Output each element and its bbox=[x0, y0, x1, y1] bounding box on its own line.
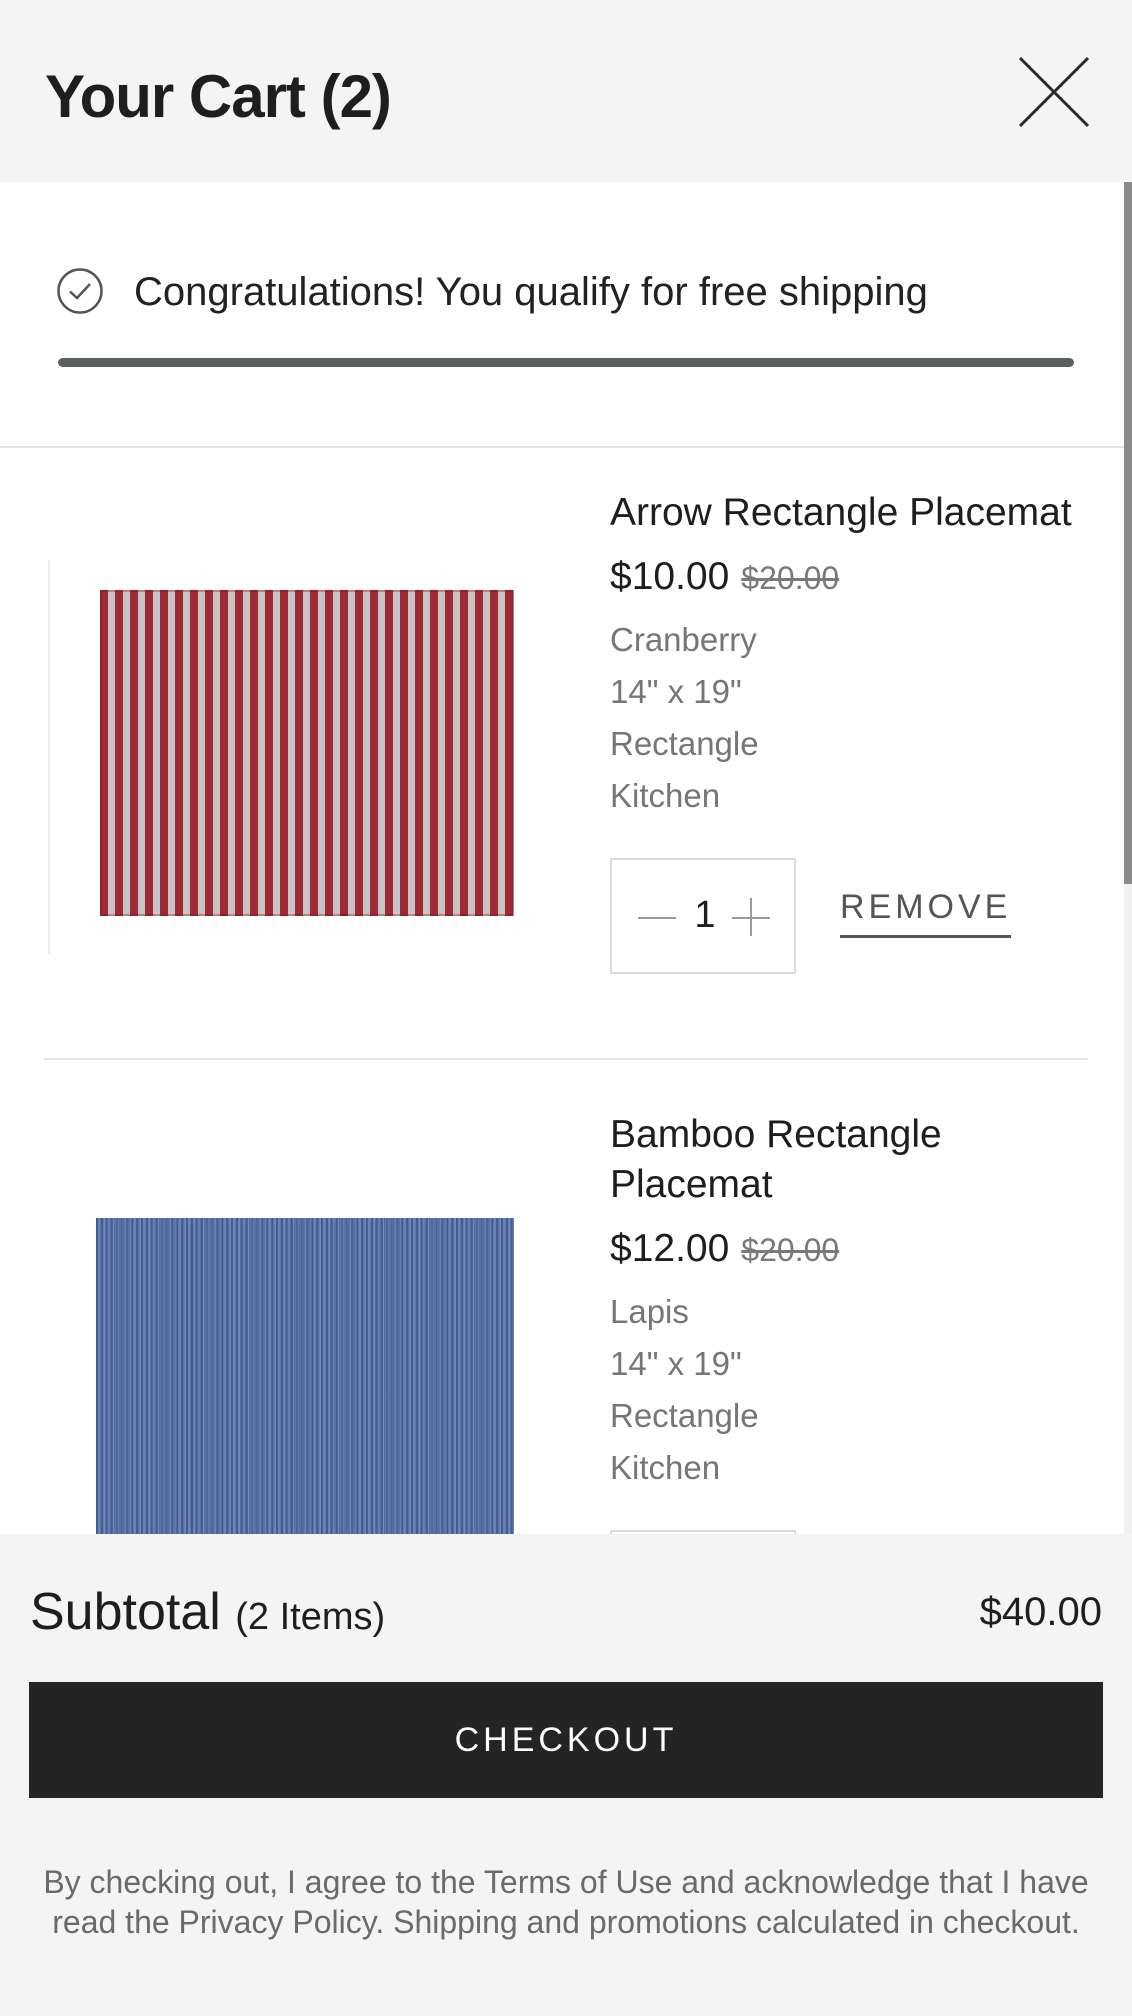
legal-prefix: By checking out, I agree to the bbox=[43, 1864, 484, 1900]
item-details: Bamboo Rectangle Placemat $12.00 $20.00 L… bbox=[610, 1110, 1090, 1534]
item-size: 14" x 19" bbox=[610, 1345, 742, 1382]
item-shape: Rectangle bbox=[610, 725, 759, 762]
item-name[interactable]: Arrow Rectangle Placemat bbox=[610, 488, 1090, 538]
item-details: Arrow Rectangle Placemat $10.00 $20.00 Cr… bbox=[610, 488, 1090, 974]
subtotal-text: Subtotal bbox=[30, 1583, 221, 1641]
increase-quantity-button[interactable] bbox=[732, 898, 772, 938]
legal-suffix: . Shipping and promotions calculated in … bbox=[375, 1904, 1080, 1940]
privacy-policy-link[interactable]: Privacy Policy bbox=[179, 1904, 376, 1940]
item-size: 14" x 19" bbox=[610, 673, 742, 710]
subtotal-amount: $40.00 bbox=[979, 1590, 1102, 1634]
item-color: Cranberry bbox=[610, 621, 757, 658]
scrollbar[interactable] bbox=[1124, 182, 1132, 1534]
price-row: $10.00 $20.00 bbox=[610, 552, 1090, 610]
product-image[interactable] bbox=[48, 1172, 526, 1534]
cranberry-placemat-image bbox=[100, 590, 514, 916]
cart-header: Your Cart (2) bbox=[0, 0, 1132, 182]
sale-price: $12.00 bbox=[610, 1227, 730, 1270]
item-attributes: Cranberry 14" x 19" Rectangle Kitchen bbox=[610, 614, 1090, 822]
close-button[interactable] bbox=[1012, 50, 1096, 134]
quantity-row: 1 REMOVE bbox=[610, 858, 1090, 974]
shipping-progress-fill bbox=[58, 358, 1074, 367]
scrollbar-thumb[interactable] bbox=[1124, 182, 1132, 884]
quantity-stepper: 1 bbox=[610, 858, 796, 974]
subtotal-label: Subtotal (2 Items) bbox=[30, 1582, 385, 1642]
terms-of-use-link[interactable]: Terms of Use bbox=[484, 1864, 672, 1900]
price-row: $12.00 $20.00 bbox=[610, 1224, 1090, 1282]
remove-item-button[interactable]: REMOVE bbox=[840, 888, 1012, 938]
product-image[interactable] bbox=[48, 560, 526, 954]
cart-footer: Subtotal (2 Items) $40.00 CHECKOUT By ch… bbox=[0, 1534, 1132, 2016]
cart-title: Your Cart (2) bbox=[45, 63, 392, 130]
item-room: Kitchen bbox=[610, 1449, 721, 1486]
item-attributes: Lapis 14" x 19" Rectangle Kitchen bbox=[610, 1286, 1090, 1494]
cart-item: Bamboo Rectangle Placemat $12.00 $20.00 L… bbox=[0, 1060, 1124, 1534]
checkout-button[interactable]: CHECKOUT bbox=[29, 1682, 1103, 1798]
decrease-quantity-button[interactable] bbox=[638, 902, 678, 934]
shipping-progress-bar bbox=[58, 358, 1074, 367]
item-room: Kitchen bbox=[610, 777, 721, 814]
original-price: $20.00 bbox=[741, 1232, 840, 1268]
close-icon bbox=[1018, 56, 1090, 128]
original-price: $20.00 bbox=[741, 560, 840, 596]
subtotal-item-count: (2 Items) bbox=[235, 1596, 386, 1638]
legal-notice: By checking out, I agree to the Terms of… bbox=[40, 1862, 1092, 1942]
sale-price: $10.00 bbox=[610, 555, 730, 598]
item-shape: Rectangle bbox=[610, 1397, 759, 1434]
free-shipping-banner: Congratulations! You qualify for free sh… bbox=[0, 182, 1124, 448]
item-name[interactable]: Bamboo Rectangle Placemat bbox=[610, 1110, 1090, 1210]
item-color: Lapis bbox=[610, 1293, 689, 1330]
quantity-value: 1 bbox=[694, 894, 716, 936]
lapis-placemat-image bbox=[96, 1218, 514, 1534]
cart-items-scroll-area[interactable]: Congratulations! You qualify for free sh… bbox=[0, 182, 1132, 1534]
cart-item: Arrow Rectangle Placemat $10.00 $20.00 Cr… bbox=[0, 448, 1124, 1060]
check-circle-icon bbox=[57, 268, 103, 314]
free-shipping-message: Congratulations! You qualify for free sh… bbox=[134, 270, 928, 314]
